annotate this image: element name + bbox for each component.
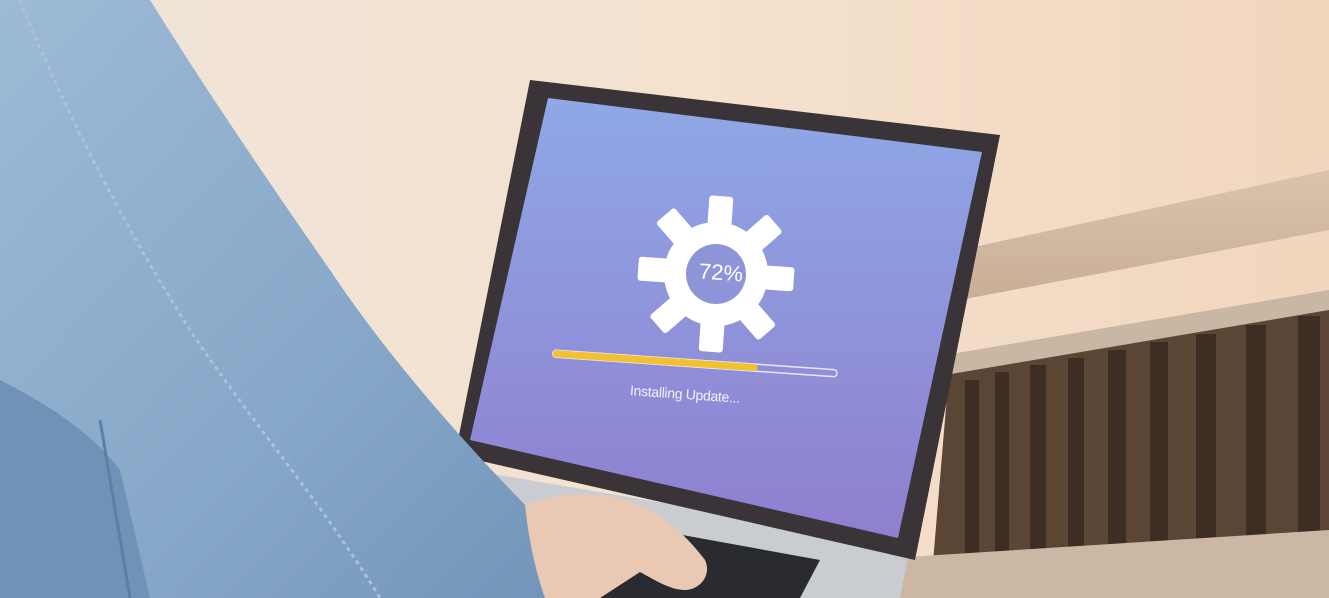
photo-scene: [0, 0, 1329, 598]
progress-percent-label: 72%: [698, 258, 744, 287]
